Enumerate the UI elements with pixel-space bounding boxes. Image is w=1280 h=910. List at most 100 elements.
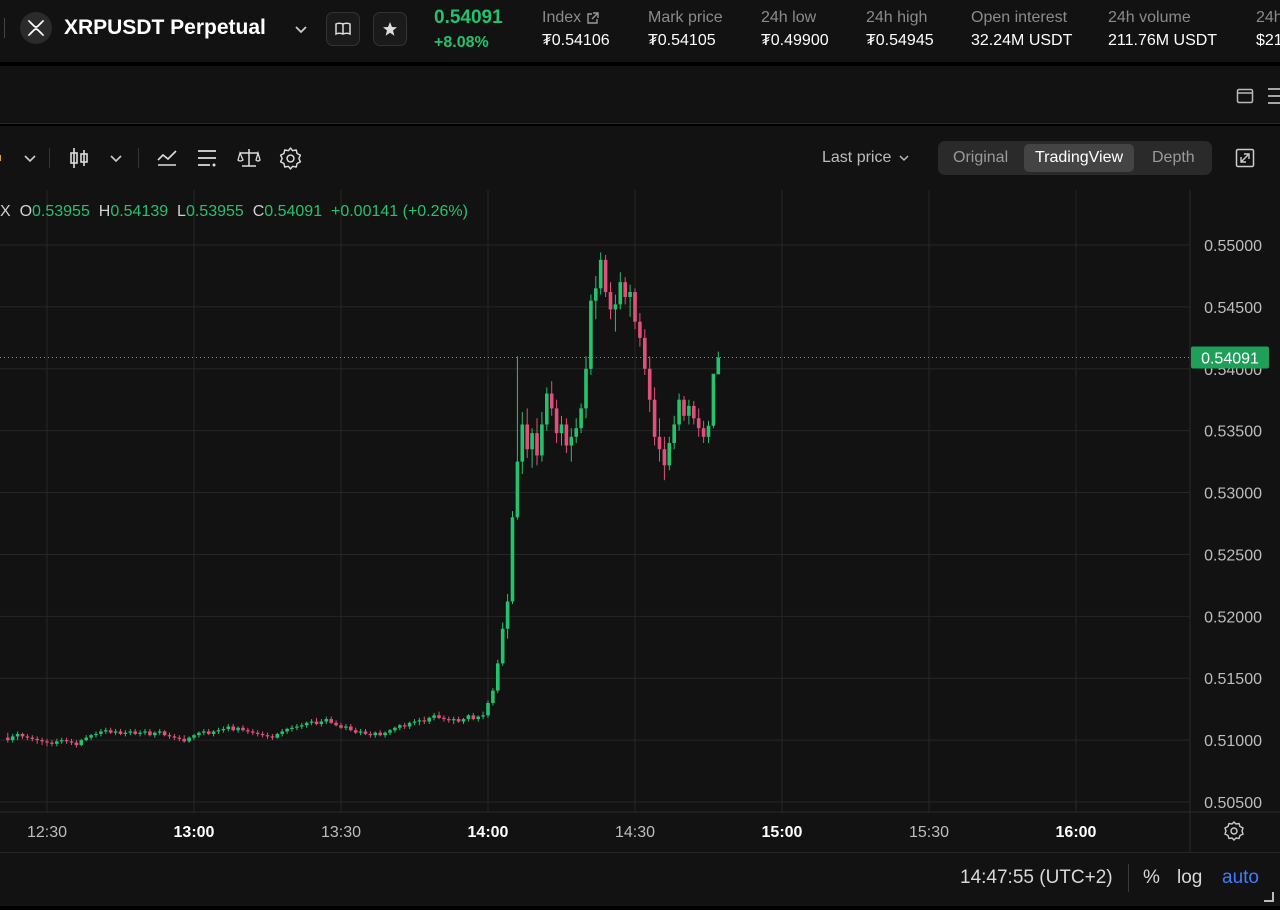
candle-body [393, 727, 397, 731]
candle-body [696, 418, 701, 429]
candle-body [241, 727, 245, 731]
candle-body [530, 433, 534, 450]
candle-body [638, 321, 642, 338]
candle-body [143, 731, 147, 733]
y-axis-tick-label: 0.52000 [1204, 609, 1262, 626]
candle-body [520, 424, 525, 462]
legend-change-value: +0.00141 (+0.26%) [330, 203, 468, 220]
candle-body [55, 741, 59, 744]
candle-body [667, 443, 672, 466]
y-axis-tick-label: 0.51000 [1204, 733, 1262, 750]
candle-body [701, 428, 706, 437]
candle-body [672, 424, 676, 444]
candle-body [618, 282, 623, 305]
candle-body [260, 733, 265, 736]
indicators-icon[interactable] [156, 148, 178, 168]
candle-body [334, 722, 338, 726]
resize-handle[interactable] [1264, 892, 1274, 902]
stat-label: 24h volume [1108, 9, 1191, 26]
candle-body [304, 722, 309, 726]
candle-body [89, 735, 93, 738]
auto-scale-toggle[interactable]: auto [1222, 867, 1259, 889]
candle-body [246, 730, 250, 732]
candle-body [295, 726, 299, 728]
candle-body [290, 727, 294, 729]
candle-body [412, 721, 417, 723]
fullscreen-expand-icon[interactable] [1235, 148, 1255, 168]
ohlc-legend: X O0.53955 H0.54139 L0.53955 C0.54091 +0… [0, 203, 468, 221]
candle-body [633, 292, 637, 322]
stat-value: $21 [1256, 32, 1280, 49]
candle-body [388, 730, 392, 733]
candle-body [187, 737, 191, 742]
candle-body [657, 436, 662, 450]
candle-body [285, 728, 289, 732]
menu-lines-icon[interactable] [1266, 86, 1280, 106]
candle-body [486, 702, 490, 716]
stat-value: ₮0.54945 [866, 32, 934, 49]
candle-body [466, 715, 471, 720]
compare-scale-icon[interactable] [237, 147, 261, 169]
candlestick-type-icon[interactable] [68, 146, 90, 170]
header-divider [4, 18, 5, 38]
log-scale-toggle[interactable]: log [1177, 867, 1202, 889]
candle-body [584, 368, 588, 409]
candle-body [300, 725, 304, 727]
interval-color-marker [0, 155, 1, 161]
candle-body [202, 731, 206, 733]
candle-body [128, 731, 133, 733]
candle-body [211, 731, 216, 734]
candle-body [628, 292, 632, 297]
layout-window-icon[interactable] [1236, 87, 1254, 105]
clock-timezone[interactable]: 14:47:55 (UTC+2) [960, 867, 1113, 889]
candle-body [197, 732, 201, 736]
symbol-dropdown-chevron-icon[interactable] [292, 20, 310, 38]
candle-body [133, 731, 137, 734]
candle-body [69, 741, 74, 743]
candle-body [265, 735, 270, 737]
view-option-original[interactable]: Original [942, 144, 1019, 172]
candle-body [456, 719, 461, 722]
candle-body [662, 449, 667, 466]
stat-label: Mark price [648, 9, 723, 26]
candle-body [402, 725, 407, 727]
external-link-icon[interactable] [586, 11, 599, 25]
time-axis-settings-icon[interactable] [1224, 821, 1244, 841]
candlestick-chart[interactable]: 0.550000.545000.540000.535000.530000.525… [0, 190, 1280, 852]
candle-body [437, 715, 441, 718]
candle-body [451, 719, 456, 721]
instrument-info-button[interactable] [326, 12, 360, 46]
candle-body [398, 725, 402, 728]
chart-panel-header [0, 66, 1280, 124]
candle-body [162, 731, 167, 736]
favorite-button[interactable] [373, 12, 407, 46]
candle-body [652, 399, 657, 437]
view-option-tradingview[interactable]: TradingView [1024, 144, 1135, 172]
candle-body [108, 730, 113, 733]
price-type-select[interactable]: Last price [822, 149, 911, 167]
candle-body [363, 731, 368, 734]
chart-settings-gear-icon[interactable] [278, 146, 303, 171]
candle-body [535, 433, 539, 456]
view-option-depth[interactable]: Depth [1141, 144, 1206, 172]
candle-body [270, 736, 275, 738]
candle-body [319, 721, 324, 725]
candle-body [559, 424, 564, 434]
x-axis-tick-label: 12:30 [27, 824, 67, 841]
price-type-label: Last price [822, 149, 892, 166]
symbol-title[interactable]: XRPUSDT Perpetual [64, 16, 266, 40]
candle-body [182, 738, 186, 742]
candle-body [324, 719, 329, 722]
interval-dropdown-chevron-icon[interactable] [22, 150, 38, 166]
price-change-percent: +8.08% [434, 34, 489, 51]
chart-type-dropdown-chevron-icon[interactable] [108, 150, 124, 166]
stat-index[interactable]: Index ₮0.54106 [542, 9, 610, 50]
percent-scale-toggle[interactable]: % [1143, 867, 1160, 889]
candle-body [500, 628, 505, 664]
candle-body [123, 732, 128, 734]
candle-body [118, 731, 123, 734]
chart-view-switch: Original TradingView Depth [938, 141, 1212, 175]
ticker-header: XRPUSDT Perpetual 0.54091 +8.08% Index ₮… [0, 0, 1280, 62]
candle-body [74, 742, 79, 746]
templates-list-icon[interactable] [196, 149, 218, 167]
